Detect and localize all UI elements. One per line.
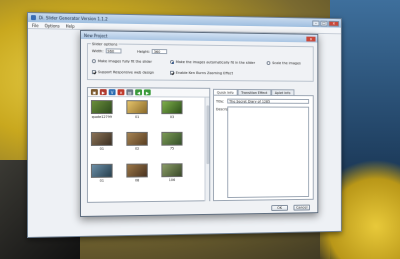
move-left-icon[interactable]: ◀ xyxy=(135,89,142,95)
thumbnail[interactable]: 75 xyxy=(161,132,182,153)
thumbnail-caption: quote12799 xyxy=(91,115,113,119)
height-input[interactable]: 360 xyxy=(152,49,167,54)
thumbnail-image xyxy=(91,132,113,146)
quick-info-panel: Title: The Secret Diary of 1285 Descript… xyxy=(213,95,314,201)
thumbnail-image xyxy=(126,100,147,114)
vimeo-icon[interactable]: V xyxy=(109,89,116,95)
main-window-title: Di. Slider Generator Version 1.1.2 xyxy=(39,15,108,21)
thumbnail-caption: 01 xyxy=(91,147,113,151)
height-row: Height: 360 xyxy=(137,49,167,54)
ken-burns-checkbox[interactable] xyxy=(170,71,174,75)
ok-button[interactable]: OK xyxy=(271,205,288,211)
description-textarea[interactable] xyxy=(227,106,309,198)
youtube-icon[interactable]: ▶ xyxy=(100,89,107,95)
title-input[interactable]: The Secret Diary of 1285 xyxy=(227,99,309,104)
menu-file[interactable]: File xyxy=(32,23,39,28)
width-row: Width: 960 xyxy=(92,48,121,53)
responsive-option[interactable]: Support Responsive web design xyxy=(92,70,154,75)
image-toolbar: ▣ ▶ V ✕ ▤ ◀ ▶ xyxy=(88,88,209,98)
thumbnail[interactable]: 01 xyxy=(91,132,113,153)
thumbnail[interactable]: 08 xyxy=(126,164,147,185)
thumbnail-scrollbar[interactable] xyxy=(205,98,210,202)
close-button[interactable]: × xyxy=(328,20,339,26)
ken-burns-option[interactable]: Enable Ken Burns Zooming Effect xyxy=(170,71,233,75)
thumbnail-image xyxy=(161,132,182,146)
scale-images-radio[interactable] xyxy=(267,61,271,65)
auto-fit-option[interactable]: Make the images automatically fit in the… xyxy=(170,60,255,65)
fit-images-option[interactable]: Make images fully fit the slider xyxy=(92,59,152,64)
thumbnail[interactable]: 03 xyxy=(161,100,182,121)
scale-images-option[interactable]: Scale the images xyxy=(267,61,301,65)
responsive-checkbox[interactable] xyxy=(92,70,96,74)
fit-images-label: Make images fully fit the slider xyxy=(98,59,152,64)
fit-images-radio[interactable] xyxy=(92,59,96,63)
app-icon xyxy=(31,15,36,20)
thumbnail-caption: 01 xyxy=(126,115,147,119)
height-label: Height: xyxy=(137,49,150,53)
thumbnail[interactable]: 106 xyxy=(161,163,182,184)
menu-help[interactable]: Help xyxy=(66,23,75,28)
thumbnail-caption: 75 xyxy=(161,147,182,151)
maximize-button[interactable]: □ xyxy=(320,20,327,26)
thumbnail-image xyxy=(91,100,113,114)
window-controls: – □ × xyxy=(312,20,339,26)
thumbnail-image xyxy=(161,100,182,114)
thumbnail-image xyxy=(161,163,182,177)
thumbnail-caption: 01 xyxy=(91,179,113,183)
image-settings-icon[interactable]: ▤ xyxy=(126,89,133,95)
thumbnail-caption: 03 xyxy=(161,115,182,119)
thumbnail[interactable]: 01 xyxy=(91,164,113,185)
thumbnail-grid: quote12799 01 03 01 02 75 01 08 106 xyxy=(91,100,200,200)
slider-options-legend: Slider options xyxy=(91,41,119,46)
delete-icon[interactable]: ✕ xyxy=(118,89,125,95)
cancel-button[interactable]: Cancel xyxy=(293,205,310,211)
slider-options-group: Slider options Width: 960 Height: 360 Ma… xyxy=(87,43,314,82)
dialog-title: New Project xyxy=(84,33,107,38)
thumbnail-image xyxy=(126,132,147,146)
image-list-panel: ▣ ▶ V ✕ ▤ ◀ ▶ quote12799 01 03 01 02 75 … xyxy=(87,87,210,203)
auto-fit-label: Make the images automatically fit in the… xyxy=(176,60,255,65)
thumbnail-caption: 08 xyxy=(126,178,147,182)
add-image-icon[interactable]: ▣ xyxy=(91,89,98,95)
width-input[interactable]: 960 xyxy=(105,48,121,53)
responsive-label: Support Responsive web design xyxy=(98,70,154,74)
thumbnail[interactable]: 02 xyxy=(126,132,147,153)
scrollbar-thumb[interactable] xyxy=(206,105,209,164)
menu-options[interactable]: Options xyxy=(45,23,60,28)
thumbnail-caption: 02 xyxy=(126,147,147,151)
thumbnail[interactable]: 01 xyxy=(126,100,147,121)
width-label: Width: xyxy=(92,49,104,53)
thumbnail-caption: 106 xyxy=(161,178,182,182)
thumbnail[interactable]: quote12799 xyxy=(91,100,113,121)
thumbnail-image xyxy=(126,164,147,178)
ken-burns-label: Enable Ken Burns Zooming Effect xyxy=(176,71,233,75)
minimize-button[interactable]: – xyxy=(312,20,319,26)
thumbnail-image xyxy=(91,164,113,178)
move-right-icon[interactable]: ▶ xyxy=(144,89,151,95)
dialog-close-button[interactable]: × xyxy=(306,36,315,41)
auto-fit-radio[interactable] xyxy=(170,60,174,64)
title-label: Title: xyxy=(216,100,224,104)
scale-images-label: Scale the images xyxy=(272,61,301,65)
new-project-dialog: New Project × Slider options Width: 960 … xyxy=(80,30,318,217)
